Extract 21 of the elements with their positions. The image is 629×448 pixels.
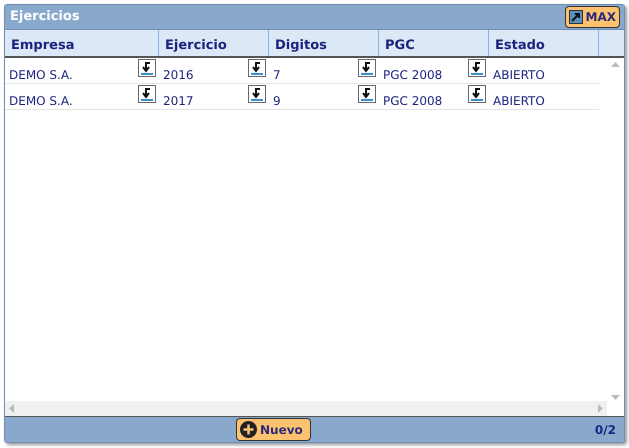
table-cell-text: ABIERTO <box>493 93 545 109</box>
window-title: Ejercicios <box>10 8 80 26</box>
column-header[interactable]: Empresa <box>5 30 159 56</box>
table-cell-text: 7 <box>273 67 281 83</box>
table-cell-text: ABIERTO <box>493 67 545 83</box>
expand-icon <box>568 10 583 24</box>
table-cell-text: DEMO S.A. <box>9 93 73 109</box>
table-cell-text: PGC 2008 <box>383 93 442 109</box>
column-header[interactable]: Estado <box>489 30 599 56</box>
record-count: 0/2 <box>594 422 616 438</box>
maximize-button[interactable]: MAX <box>564 6 620 28</box>
table-cell-text: DEMO S.A. <box>9 67 73 83</box>
table-cell-text: PGC 2008 <box>383 67 442 83</box>
table-cell-text: 2016 <box>163 67 194 83</box>
column-header[interactable]: Digitos <box>269 30 379 56</box>
table-cell-text: 9 <box>273 93 281 109</box>
table-cell-text: 2017 <box>163 93 194 109</box>
column-header[interactable]: PGC <box>379 30 489 56</box>
plus-icon <box>240 421 257 438</box>
column-header[interactable]: Ejercicio <box>159 30 269 56</box>
new-button[interactable]: Nuevo <box>236 418 311 441</box>
